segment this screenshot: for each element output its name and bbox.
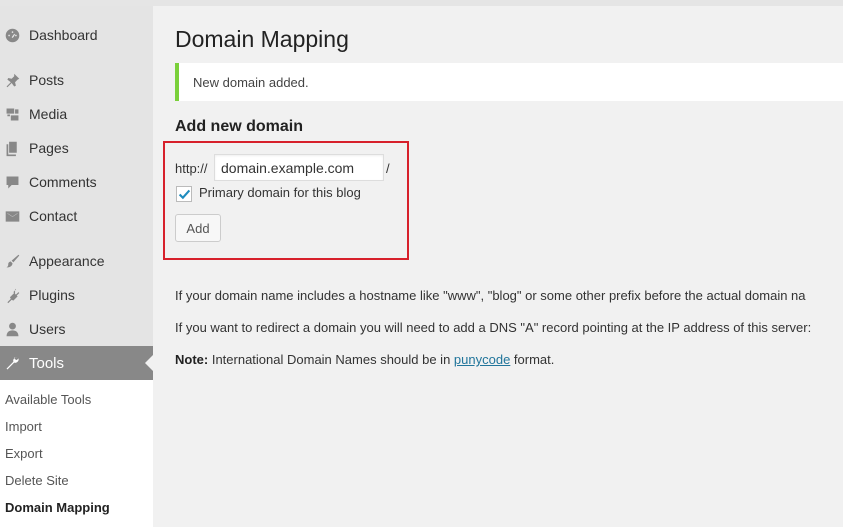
submenu-item-delete-site[interactable]: Delete Site bbox=[5, 473, 69, 488]
sidebar-item-label: Posts bbox=[29, 72, 65, 88]
sidebar-item-media[interactable]: Media bbox=[0, 97, 153, 131]
sidebar-item-plugins[interactable]: Plugins bbox=[0, 278, 153, 312]
sidebar-item-tools[interactable]: Tools bbox=[0, 346, 153, 380]
pin-icon bbox=[3, 71, 21, 89]
sidebar-item-comments[interactable]: Comments bbox=[0, 165, 153, 199]
submenu-item-import[interactable]: Import bbox=[5, 419, 42, 434]
submenu-item-available-tools[interactable]: Available Tools bbox=[5, 392, 91, 407]
user-icon bbox=[3, 320, 21, 338]
hostname-paragraph: If your domain name includes a hostname … bbox=[175, 288, 806, 303]
primary-domain-label: Primary domain for this blog bbox=[199, 185, 361, 200]
section-title: Add new domain bbox=[175, 118, 303, 135]
submenu-item-domain-mapping[interactable]: Domain Mapping bbox=[5, 500, 110, 515]
sidebar-item-label: Dashboard bbox=[29, 27, 98, 43]
dashboard-icon bbox=[3, 26, 21, 44]
mail-icon bbox=[3, 207, 21, 225]
pages-icon bbox=[3, 139, 21, 157]
sidebar-item-label: Contact bbox=[29, 208, 78, 224]
page-title: Domain Mapping bbox=[175, 26, 349, 52]
note-paragraph: Note: International Domain Names should … bbox=[175, 352, 554, 367]
sidebar-item-label: Comments bbox=[29, 174, 97, 190]
sidebar-item-label: Pages bbox=[29, 140, 69, 156]
brush-icon bbox=[3, 252, 21, 270]
submenu-item-export[interactable]: Export bbox=[5, 446, 43, 461]
sidebar-item-label: Tools bbox=[29, 354, 65, 372]
sidebar-item-label: Plugins bbox=[29, 287, 75, 303]
http-prefix-label: http:// bbox=[175, 161, 208, 176]
media-icon bbox=[3, 105, 21, 123]
wrench-icon bbox=[3, 354, 21, 372]
plug-icon bbox=[3, 286, 21, 304]
notice-text: New domain added. bbox=[193, 74, 309, 90]
sidebar-item-label: Media bbox=[29, 106, 68, 122]
sidebar-item-appearance[interactable]: Appearance bbox=[0, 244, 153, 278]
success-notice: New domain added. bbox=[175, 63, 843, 101]
punycode-link[interactable]: punycode bbox=[454, 352, 510, 367]
slash-suffix-label: / bbox=[386, 161, 390, 176]
main-content: Domain Mapping New domain added. Add new… bbox=[153, 6, 843, 527]
sidebar-item-label: Appearance bbox=[29, 253, 105, 269]
sidebar-item-users[interactable]: Users bbox=[0, 312, 153, 346]
add-button[interactable]: Add bbox=[175, 214, 221, 242]
note-label: Note: bbox=[175, 352, 209, 367]
sidebar-item-contact[interactable]: Contact bbox=[0, 199, 153, 233]
comment-icon bbox=[3, 173, 21, 191]
sidebar-item-label: Users bbox=[29, 321, 66, 337]
sidebar-item-pages[interactable]: Pages bbox=[0, 131, 153, 165]
sidebar-item-posts[interactable]: Posts bbox=[0, 63, 153, 97]
tools-submenu: Available Tools Import Export Delete Sit… bbox=[0, 380, 153, 527]
primary-domain-checkbox[interactable] bbox=[176, 186, 192, 202]
note-end: format. bbox=[510, 352, 555, 367]
checkmark-icon bbox=[178, 189, 190, 199]
note-text: International Domain Names should be in bbox=[208, 352, 454, 367]
domain-input[interactable] bbox=[214, 154, 384, 181]
redirect-paragraph: If you want to redirect a domain you wil… bbox=[175, 320, 812, 335]
sidebar-item-dashboard[interactable]: Dashboard bbox=[0, 18, 153, 52]
